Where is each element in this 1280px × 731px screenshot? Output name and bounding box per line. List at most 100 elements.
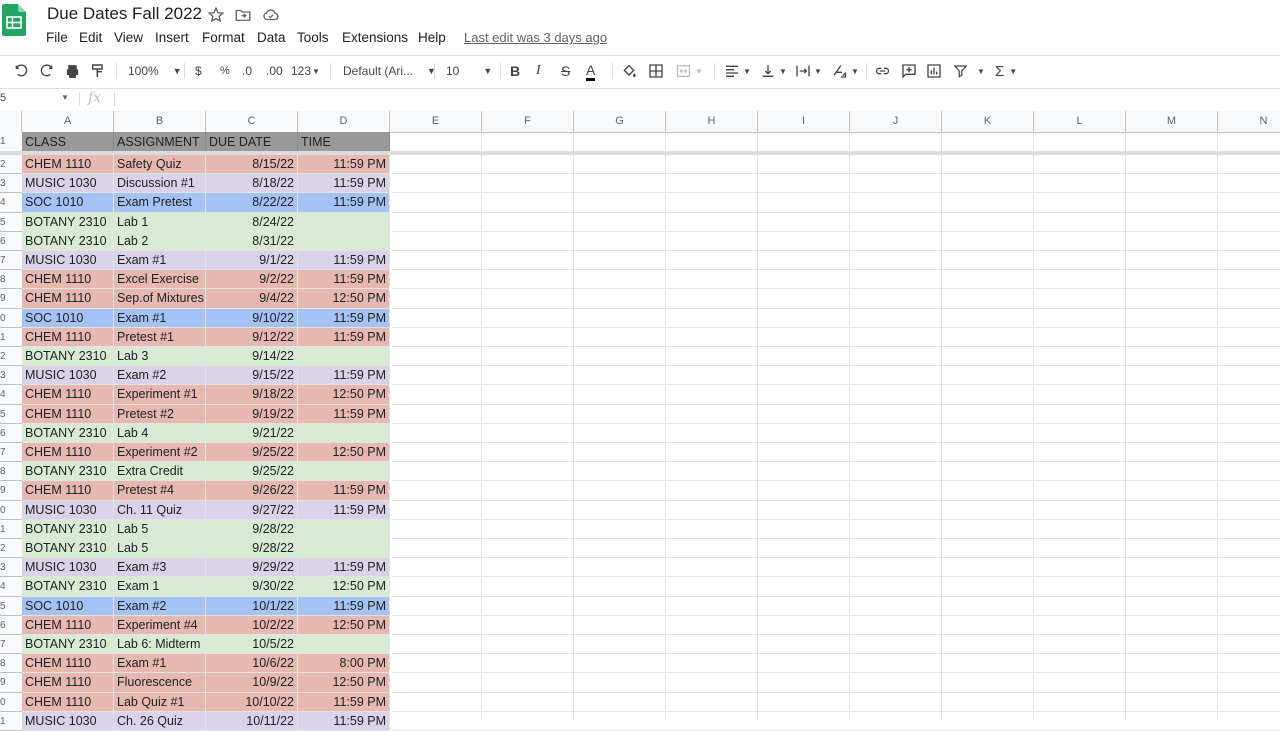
empty-cell[interactable] <box>666 132 758 152</box>
assignment-cell[interactable]: Lab Quiz #1 <box>114 692 206 712</box>
insert-chart-icon[interactable] <box>926 62 942 80</box>
class-cell[interactable]: CHEM 1110 <box>22 404 114 424</box>
class-cell[interactable]: BOTANY 2310 <box>22 423 114 443</box>
row-header[interactable]: 8 <box>0 270 22 290</box>
row-header[interactable]: 2 <box>0 347 22 367</box>
assignment-cell[interactable]: Pretest #1 <box>114 327 206 347</box>
row-header[interactable]: 5 <box>0 596 22 616</box>
date-cell[interactable]: 9/4/22 <box>206 289 298 309</box>
assignment-cell[interactable]: Extra Credit <box>114 462 206 482</box>
column-header-h[interactable]: H <box>666 111 758 132</box>
time-cell[interactable]: 11:59 PM <box>298 596 390 616</box>
class-cell[interactable]: CHEM 1110 <box>22 481 114 501</box>
insert-link-icon[interactable] <box>874 62 891 80</box>
class-cell[interactable]: MUSIC 1030 <box>22 558 114 578</box>
class-cell[interactable]: BOTANY 2310 <box>22 212 114 232</box>
class-cell[interactable]: SOC 1010 <box>22 193 114 213</box>
assignment-cell[interactable]: Sep.of Mixtures <box>114 289 206 309</box>
row-header[interactable]: 6 <box>0 423 22 443</box>
formula-input[interactable] <box>120 91 1270 109</box>
assignment-cell[interactable]: Lab 6: Midterm <box>114 635 206 655</box>
header-cell[interactable]: ASSIGNMENT <box>114 132 206 152</box>
more-formats-select[interactable]: 123 ▼ <box>291 62 320 80</box>
time-cell[interactable]: 11:59 PM <box>298 558 390 578</box>
time-cell[interactable]: 11:59 PM <box>298 327 390 347</box>
menu-tools[interactable]: Tools <box>297 30 329 45</box>
empty-cell[interactable] <box>482 132 574 152</box>
functions-button[interactable]: Σ ▼ <box>995 62 1017 80</box>
assignment-cell[interactable]: Exam 1 <box>114 577 206 597</box>
menu-data[interactable]: Data <box>257 30 286 45</box>
class-cell[interactable]: CHEM 1110 <box>22 327 114 347</box>
class-cell[interactable]: CHEM 1110 <box>22 615 114 635</box>
assignment-cell[interactable]: Exam #3 <box>114 558 206 578</box>
date-cell[interactable]: 10/2/22 <box>206 615 298 635</box>
font-family-select[interactable]: Default (Ari... ▼ <box>343 62 436 80</box>
time-cell[interactable]: 11:59 PM <box>298 404 390 424</box>
date-cell[interactable]: 9/29/22 <box>206 558 298 578</box>
date-cell[interactable]: 9/15/22 <box>206 366 298 386</box>
class-cell[interactable]: BOTANY 2310 <box>22 519 114 539</box>
column-header-e[interactable]: E <box>390 111 482 132</box>
row-header[interactable]: 6 <box>0 231 22 251</box>
row-header[interactable]: 8 <box>0 654 22 674</box>
assignment-cell[interactable]: Experiment #2 <box>114 443 206 463</box>
last-edit-link[interactable]: Last edit was 3 days ago <box>464 30 607 45</box>
sheets-logo-icon[interactable] <box>2 4 26 36</box>
class-cell[interactable]: CHEM 1110 <box>22 654 114 674</box>
column-header-b[interactable]: B <box>114 111 206 132</box>
select-all-corner[interactable] <box>0 111 22 132</box>
date-cell[interactable]: 10/10/22 <box>206 692 298 712</box>
font-size-select[interactable]: 10 ▼ <box>446 62 492 80</box>
date-cell[interactable]: 10/6/22 <box>206 654 298 674</box>
class-cell[interactable]: MUSIC 1030 <box>22 366 114 386</box>
fill-color-icon[interactable] <box>621 62 637 80</box>
empty-cell[interactable] <box>390 132 482 152</box>
column-header-k[interactable]: K <box>942 111 1034 132</box>
row-header[interactable]: 6 <box>0 615 22 635</box>
italic-button[interactable]: I <box>536 62 541 80</box>
empty-cell[interactable] <box>942 132 1034 152</box>
assignment-cell[interactable]: Exam #2 <box>114 366 206 386</box>
time-cell[interactable]: 11:59 PM <box>298 270 390 290</box>
time-cell[interactable] <box>298 539 390 559</box>
class-cell[interactable]: SOC 1010 <box>22 308 114 328</box>
column-header-g[interactable]: G <box>574 111 666 132</box>
menu-edit[interactable]: Edit <box>79 30 102 45</box>
row-header[interactable]: 0 <box>0 308 22 328</box>
column-header-d[interactable]: D <box>298 111 390 132</box>
time-cell[interactable]: 11:59 PM <box>298 692 390 712</box>
assignment-cell[interactable]: Exam #1 <box>114 251 206 271</box>
row-header[interactable]: 1 <box>0 132 22 152</box>
row-header[interactable]: 7 <box>0 635 22 655</box>
date-cell[interactable]: 9/1/22 <box>206 251 298 271</box>
class-cell[interactable]: CHEM 1110 <box>22 270 114 290</box>
assignment-cell[interactable]: Discussion #1 <box>114 174 206 194</box>
time-cell[interactable]: 11:59 PM <box>298 155 390 175</box>
column-header-j[interactable]: J <box>850 111 942 132</box>
time-cell[interactable]: 11:59 PM <box>298 366 390 386</box>
row-header[interactable]: 1 <box>0 711 22 731</box>
header-cell[interactable]: CLASS <box>22 132 114 152</box>
date-cell[interactable]: 8/24/22 <box>206 212 298 232</box>
column-header-a[interactable]: A <box>22 111 114 132</box>
assignment-cell[interactable]: Lab 5 <box>114 519 206 539</box>
time-cell[interactable]: 12:50 PM <box>298 385 390 405</box>
time-cell[interactable]: 12:50 PM <box>298 443 390 463</box>
assignment-cell[interactable]: Fluorescence <box>114 673 206 693</box>
assignment-cell[interactable]: Lab 1 <box>114 212 206 232</box>
menu-view[interactable]: View <box>114 30 143 45</box>
class-cell[interactable]: MUSIC 1030 <box>22 251 114 271</box>
text-wrapping-icon[interactable]: ▼ <box>795 62 822 80</box>
row-header[interactable]: 1 <box>0 519 22 539</box>
menu-file[interactable]: File <box>46 30 68 45</box>
empty-cell[interactable] <box>1126 132 1218 152</box>
date-cell[interactable]: 9/30/22 <box>206 577 298 597</box>
insert-comment-icon[interactable] <box>901 62 917 80</box>
time-cell[interactable]: 11:59 PM <box>298 500 390 520</box>
cloud-status-icon[interactable] <box>262 6 280 24</box>
row-header[interactable]: 2 <box>0 539 22 559</box>
time-cell[interactable]: 12:50 PM <box>298 289 390 309</box>
date-cell[interactable]: 8/15/22 <box>206 155 298 175</box>
document-title[interactable]: Due Dates Fall 2022 <box>47 4 202 24</box>
